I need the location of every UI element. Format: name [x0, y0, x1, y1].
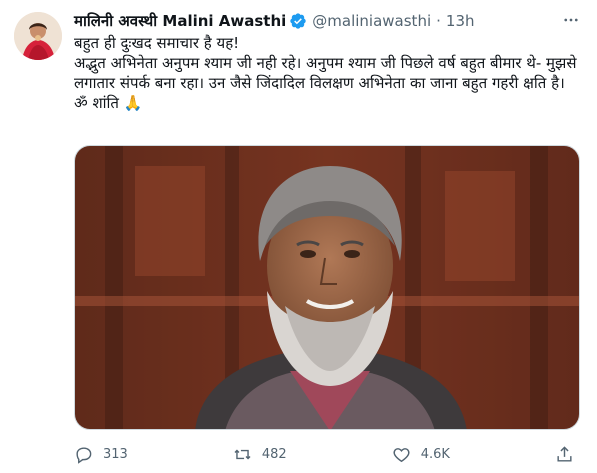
action-bar: 313 482 4.6K [74, 440, 574, 468]
retweet-icon [234, 449, 251, 459]
tweet-photo[interactable] [74, 145, 580, 430]
display-name-english[interactable]: Malini Awasthi [162, 12, 286, 30]
verified-badge-icon [289, 12, 307, 30]
retweet-button[interactable]: 482 [233, 445, 287, 464]
tweet-text-line: ॐ शांति 🙏 [74, 94, 143, 112]
tweet-text-line: अद्भुत अभिनेता अनुपम श्याम जी नही रहे। अ… [74, 54, 577, 92]
user-handle[interactable]: @maliniawasthi [312, 12, 431, 30]
tweet-timestamp[interactable]: 13h [446, 12, 475, 30]
tweet-text: बहुत ही दुःखद समाचार है यह! अद्भुत अभिने… [74, 33, 579, 113]
reply-button[interactable]: 313 [74, 445, 128, 464]
share-button[interactable] [555, 445, 574, 464]
retweet-count: 482 [261, 446, 287, 462]
like-count: 4.6K [420, 446, 450, 462]
heart-icon [393, 447, 410, 462]
more-options-icon[interactable] [559, 8, 583, 32]
tweet-card[interactable]: मालिनी अवस्थी Malini Awasthi @maliniawas… [0, 0, 597, 473]
tweet-header: मालिनी अवस्थी Malini Awasthi @maliniawas… [74, 10, 557, 32]
tweet-text-line: बहुत ही दुःखद समाचार है यह! [74, 34, 240, 52]
display-name[interactable]: मालिनी अवस्थी Malini Awasthi [74, 11, 286, 31]
avatar[interactable] [14, 12, 62, 60]
share-icon [557, 445, 572, 462]
reply-icon [76, 446, 92, 464]
separator-dot: · [436, 12, 441, 30]
display-name-hindi[interactable]: मालिनी अवस्थी [74, 12, 157, 30]
reply-count: 313 [103, 446, 128, 462]
like-button[interactable]: 4.6K [392, 445, 450, 464]
